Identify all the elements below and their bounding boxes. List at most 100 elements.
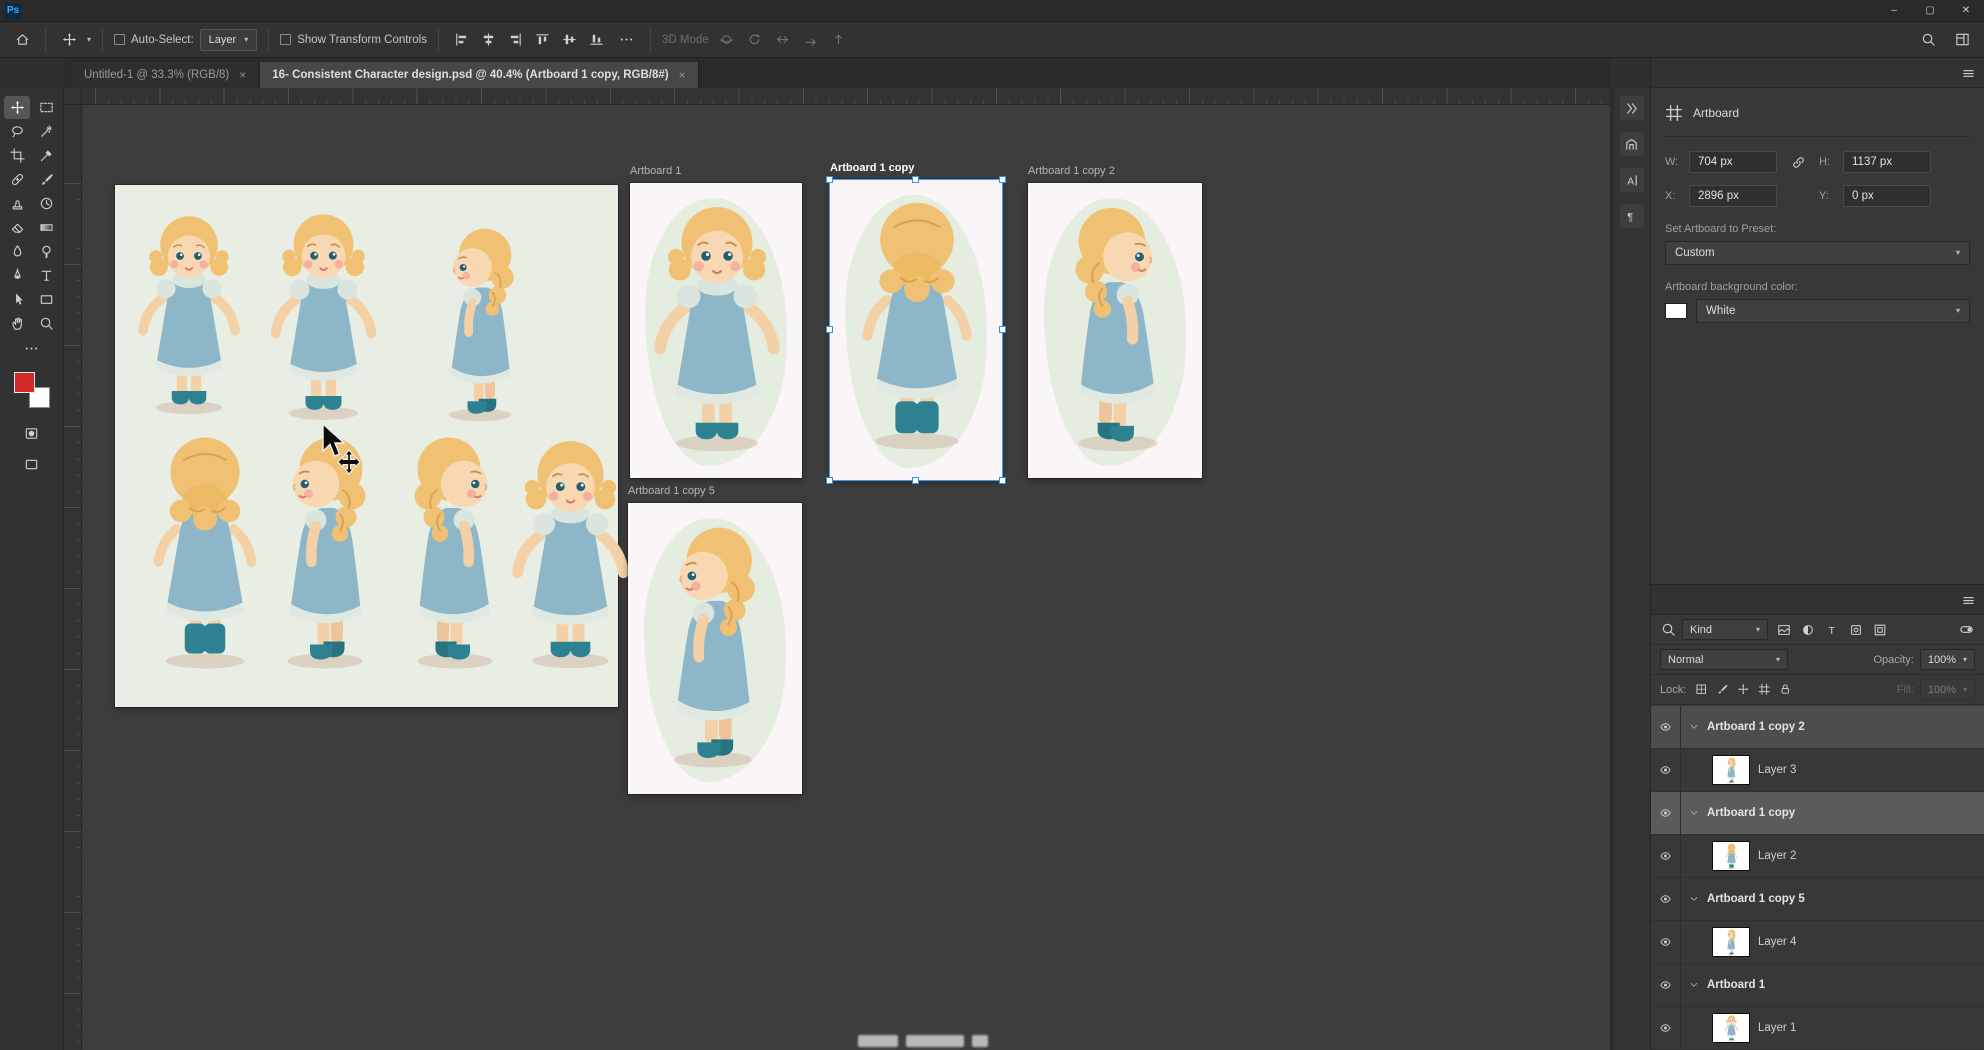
dodge-tool[interactable] [33, 240, 59, 263]
visibility-toggle[interactable] [1651, 964, 1681, 1006]
type-layer-filter[interactable]: T [1822, 620, 1842, 640]
paragraph-panel-icon[interactable]: ¶ [1620, 204, 1644, 228]
visibility-toggle[interactable] [1651, 792, 1681, 834]
gradient-tool[interactable] [33, 216, 59, 239]
visibility-toggle[interactable] [1651, 921, 1681, 963]
menu-item[interactable] [189, 9, 205, 13]
align-center-horizontal[interactable] [477, 28, 501, 52]
panel-expand-icon[interactable] [1620, 96, 1644, 120]
screen-mode-icon[interactable] [19, 453, 45, 476]
hand-tool[interactable] [4, 312, 30, 335]
layer-name[interactable]: Layer 4 [1758, 936, 1796, 948]
menu-item[interactable] [29, 9, 45, 13]
filter-toggle-icon[interactable] [1957, 622, 1975, 637]
spot-healing-brush-tool[interactable] [4, 168, 30, 191]
document-tab[interactable]: Untitled-1 @ 33.3% (RGB/8) × [72, 62, 259, 88]
layer-name[interactable]: Layer 1 [1758, 1022, 1796, 1034]
visibility-toggle[interactable] [1651, 749, 1681, 791]
opacity-field[interactable]: 100%▾ [1920, 649, 1975, 670]
artboard-label[interactable]: Artboard 1 copy 5 [628, 485, 715, 497]
layer-thumbnail[interactable] [1713, 1014, 1749, 1042]
orbit-3d[interactable] [715, 28, 739, 52]
document-tab[interactable]: 16- Consistent Character design.psd @ 40… [260, 62, 698, 88]
transform-handle[interactable] [826, 176, 833, 183]
align-center-vertical[interactable] [558, 28, 582, 52]
foreground-color-swatch[interactable] [14, 372, 35, 393]
layer-row[interactable]: Layer 3 [1651, 749, 1984, 792]
artboard-1[interactable] [630, 183, 802, 478]
artboard-main[interactable] [115, 185, 618, 707]
maximize-button[interactable]: ▢ [1912, 0, 1948, 22]
layer-row[interactable]: Layer 1 [1651, 1007, 1984, 1050]
layer-name[interactable]: Layer 2 [1758, 850, 1796, 862]
preset-dropdown[interactable]: Custom▾ [1665, 241, 1970, 265]
visibility-toggle[interactable] [1651, 706, 1681, 748]
lock-artboard[interactable] [1755, 681, 1773, 699]
home-icon[interactable] [10, 28, 34, 52]
rectangle-tool[interactable] [33, 288, 59, 311]
layer-thumbnail[interactable] [1713, 842, 1749, 870]
fill-field[interactable]: 100%▾ [1920, 679, 1975, 700]
transform-handle[interactable] [826, 477, 833, 484]
chevron-down-icon[interactable] [1687, 808, 1701, 818]
layer-row[interactable]: Artboard 1 copy 2 [1651, 706, 1984, 749]
artboard-1-copy[interactable] [830, 180, 1002, 480]
width-field[interactable]: 704 px [1689, 151, 1777, 173]
menu-item[interactable] [173, 9, 189, 13]
dolly-3d[interactable] [827, 28, 851, 52]
pan-3d[interactable] [771, 28, 795, 52]
move-tool-preset-icon[interactable] [57, 28, 81, 52]
canvas-area[interactable]: Artboard 1 Artboard 1 copy Artboard [64, 88, 1610, 1050]
link-dimensions-icon[interactable] [1785, 155, 1811, 170]
layer-row[interactable]: Artboard 1 [1651, 964, 1984, 1007]
blend-mode-dropdown[interactable]: Normal▾ [1660, 649, 1788, 670]
chevron-down-icon[interactable] [1687, 722, 1701, 732]
lock-position[interactable] [1734, 681, 1752, 699]
filter-kind-dropdown[interactable]: Kind▾ [1682, 619, 1768, 640]
visibility-toggle[interactable] [1651, 878, 1681, 920]
object-selection-tool[interactable] [33, 120, 59, 143]
pen-tool[interactable] [4, 264, 30, 287]
crop-tool[interactable] [4, 144, 30, 167]
artboard-1-copy-5[interactable] [628, 503, 802, 794]
layer-name[interactable]: Artboard 1 copy 5 [1707, 893, 1805, 905]
transform-handle[interactable] [999, 176, 1006, 183]
minimize-button[interactable]: – [1876, 0, 1912, 22]
height-field[interactable]: 1137 px [1843, 151, 1931, 173]
transform-handle[interactable] [826, 326, 833, 333]
character-panel-icon[interactable]: A [1620, 168, 1644, 192]
libraries-panel-icon[interactable] [1620, 132, 1644, 156]
layer-name[interactable]: Artboard 1 copy [1707, 807, 1795, 819]
close-tab-icon[interactable]: × [679, 68, 686, 82]
blur-tool[interactable] [4, 240, 30, 263]
pasteboard[interactable]: Artboard 1 Artboard 1 copy Artboard [82, 105, 1610, 1050]
chevron-down-icon[interactable] [1687, 980, 1701, 990]
menu-item[interactable] [157, 9, 173, 13]
smart-object-filter[interactable] [1870, 620, 1890, 640]
layer-row[interactable]: Artboard 1 copy [1651, 792, 1984, 835]
transform-handle[interactable] [912, 176, 919, 183]
move-tool[interactable] [4, 96, 30, 119]
menu-item[interactable] [93, 9, 109, 13]
panel-menu-icon[interactable] [1960, 65, 1976, 81]
show-transform-checkbox[interactable] [280, 34, 291, 45]
menu-item[interactable] [77, 9, 93, 13]
close-tab-icon[interactable]: × [239, 68, 246, 82]
edit-toolbar-ellipsis[interactable] [19, 337, 45, 360]
lock-transparent[interactable] [1692, 681, 1710, 699]
auto-select-dropdown[interactable]: Layer▾ [200, 29, 258, 51]
chevron-down-icon[interactable] [1687, 894, 1701, 904]
layer-name[interactable]: Artboard 1 [1707, 979, 1765, 991]
lasso-tool[interactable] [4, 120, 30, 143]
history-brush-tool[interactable] [33, 192, 59, 215]
align-right[interactable] [504, 28, 528, 52]
panel-menu-icon[interactable] [1960, 592, 1976, 608]
layer-row[interactable]: Layer 2 [1651, 835, 1984, 878]
menu-item[interactable] [141, 9, 157, 13]
visibility-toggle[interactable] [1651, 835, 1681, 877]
shape-layer-filter[interactable] [1846, 620, 1866, 640]
clone-stamp-tool[interactable] [4, 192, 30, 215]
rectangular-marquee-tool[interactable] [33, 96, 59, 119]
search-icon[interactable] [1916, 28, 1940, 52]
artboard-bg-swatch[interactable] [1665, 303, 1687, 319]
